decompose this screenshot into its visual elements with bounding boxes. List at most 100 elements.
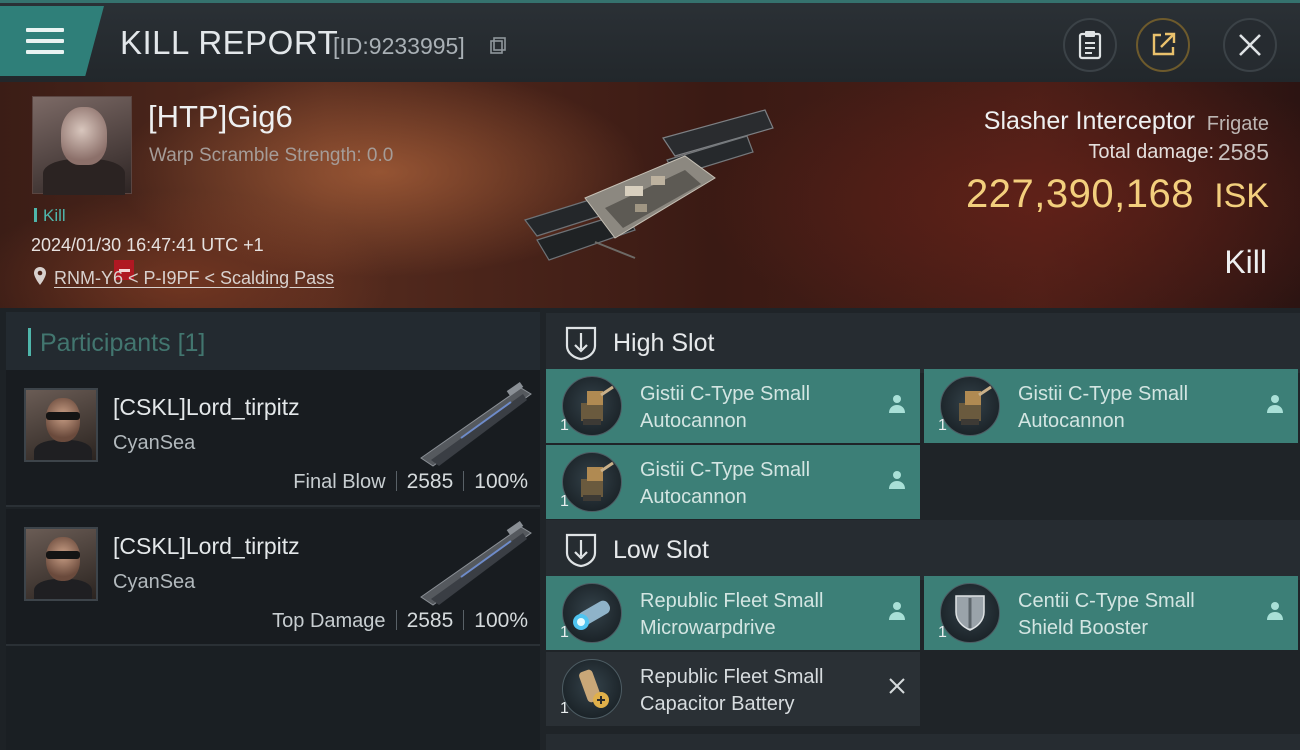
participant-ship-image: [420, 520, 532, 606]
share-button[interactable]: [1136, 18, 1190, 72]
kill-result: Kill: [1224, 244, 1267, 280]
module-slot[interactable]: 1 Centii C-Type Small Shield Booster: [924, 576, 1298, 650]
kill-datetime: 2024/01/30 16:47:41 UTC +1: [31, 235, 264, 255]
header-accent-line: [0, 0, 1300, 3]
clipboard-button[interactable]: [1063, 18, 1117, 72]
victim-name[interactable]: [HTP]Gig6: [148, 99, 293, 135]
module-name-line2: Autocannon: [1018, 410, 1125, 432]
victim-ship-image: [524, 109, 774, 261]
module-name-line1: Gistii C-Type Small: [1018, 383, 1189, 405]
kill-tag: Kill: [34, 206, 66, 226]
fitting-panel: High Slot 1 Gistii C-Type Small Autocanno…: [540, 308, 1300, 750]
module-name-line1: Gistii C-Type Small: [640, 459, 811, 481]
module-quantity: 1: [938, 624, 947, 641]
clipboard-icon: [1078, 31, 1102, 60]
module-name-line1: Republic Fleet Small: [640, 666, 824, 688]
participant-name: [CSKL]Lord_tirpitz: [113, 394, 300, 420]
participant-row[interactable]: [CSKL]Lord_tirpitz CyanSea Final Blow 258…: [6, 370, 540, 507]
ship-name[interactable]: Slasher Interceptor: [984, 107, 1195, 136]
module-slot[interactable]: 1 Gistii C-Type Small Autocannon: [546, 445, 920, 519]
share-icon: [1152, 32, 1176, 56]
module-slot[interactable]: 1 Republic Fleet Small Capacitor Battery: [546, 652, 920, 726]
low-slot-header: Low Slot: [546, 520, 1300, 580]
module-slot[interactable]: 1 Republic Fleet Small Microwarpdrive: [546, 576, 920, 650]
module-quantity: 1: [560, 493, 569, 510]
menu-icon: [26, 26, 64, 56]
participant-damage: 2585: [406, 470, 454, 493]
participant-stats: Final Blow 2585 100%: [293, 470, 528, 494]
low-slot-label: Low Slot: [613, 536, 709, 564]
module-name-line1: Centii C-Type Small: [1018, 590, 1195, 612]
module-name-line2: Microwarpdrive: [640, 617, 776, 639]
participants-title: Participants [1]: [40, 329, 205, 358]
high-slot-label: High Slot: [613, 329, 715, 357]
location-link[interactable]: RNM-Y6 < P-I9PF < Scalding Pass: [54, 268, 334, 289]
autocannon-icon: [562, 452, 622, 512]
module-slot[interactable]: 1 Gistii C-Type Small Autocannon: [546, 369, 920, 443]
participant-corp: CyanSea: [113, 571, 196, 593]
participant-role: Top Damage: [272, 610, 386, 632]
page-title: KILL REPORT: [120, 24, 339, 61]
person-icon: [1267, 602, 1283, 620]
total-damage-value: 2585: [1217, 139, 1269, 165]
module-name: Republic Fleet Small Capacitor Battery: [640, 664, 823, 718]
person-icon: [889, 471, 905, 489]
low-slot-icon: [565, 533, 597, 568]
participant-role: Final Blow: [293, 471, 386, 493]
module-quantity: 1: [560, 624, 569, 641]
module-name: Republic Fleet Small Microwarpdrive: [640, 588, 823, 642]
shield-booster-icon: [940, 583, 1000, 643]
participants-panel: Participants [1] [CSKL]Lord_tirpitz Cyan…: [0, 308, 540, 750]
module-name: Centii C-Type Small Shield Booster: [1018, 588, 1195, 642]
person-icon: [1267, 395, 1283, 413]
module-name-line2: Shield Booster: [1018, 617, 1149, 639]
location-pin-icon: [34, 267, 46, 285]
module-quantity: 1: [560, 417, 569, 434]
copy-icon[interactable]: [489, 37, 507, 55]
destroyed-x-icon: [889, 678, 905, 694]
participants-header: Participants [1]: [6, 312, 540, 370]
participant-name: [CSKL]Lord_tirpitz: [113, 533, 300, 559]
autocannon-icon: [562, 376, 622, 436]
participant-avatar[interactable]: [24, 527, 98, 601]
menu-button[interactable]: [0, 6, 104, 76]
ship-class: Frigate: [1206, 113, 1269, 135]
participant-corp: CyanSea: [113, 432, 196, 454]
isk-unit: ISK: [1214, 177, 1269, 215]
participant-ship-image: [420, 381, 532, 467]
warp-scramble-strength: Warp Scramble Strength: 0.0: [149, 145, 394, 166]
participant-avatar[interactable]: [24, 388, 98, 462]
top-bar: KILL REPORT [ID:9233995]: [0, 0, 1300, 82]
participant-row[interactable]: [CSKL]Lord_tirpitz CyanSea Top Damage 258…: [6, 509, 540, 646]
module-name-line2: Capacitor Battery: [640, 693, 795, 715]
module-name: Gistii C-Type Small Autocannon: [1018, 381, 1188, 435]
isk-value: 227,390,168: [966, 172, 1194, 216]
person-icon: [889, 395, 905, 413]
module-quantity: 1: [938, 417, 947, 434]
close-button[interactable]: [1223, 18, 1277, 72]
module-name-line1: Gistii C-Type Small: [640, 383, 811, 405]
participant-percent: 100%: [474, 609, 528, 632]
high-slot-icon: [565, 326, 597, 361]
participant-percent: 100%: [474, 470, 528, 493]
participant-stats: Top Damage 2585 100%: [272, 609, 528, 633]
module-name: Gistii C-Type Small Autocannon: [640, 381, 810, 435]
module-name: Gistii C-Type Small Autocannon: [640, 457, 810, 511]
module-name-line2: Autocannon: [640, 486, 747, 508]
module-name-line2: Autocannon: [640, 410, 747, 432]
next-slot-header: [546, 734, 1300, 750]
participant-damage: 2585: [406, 609, 454, 632]
person-icon: [889, 602, 905, 620]
participants-label: Participants: [40, 329, 171, 357]
microwarpdrive-icon: [562, 583, 622, 643]
close-icon: [1239, 34, 1261, 56]
participants-count: [1]: [177, 329, 206, 357]
module-slot[interactable]: 1 Gistii C-Type Small Autocannon: [924, 369, 1298, 443]
victim-banner: [HTP]Gig6 Warp Scramble Strength: 0.0 Ki…: [0, 82, 1300, 308]
total-damage-label: Total damage:: [1088, 141, 1214, 163]
module-quantity: 1: [560, 700, 569, 717]
autocannon-icon: [940, 376, 1000, 436]
capacitor-battery-icon: [562, 659, 622, 719]
victim-avatar[interactable]: [32, 96, 132, 195]
module-name-line1: Republic Fleet Small: [640, 590, 824, 612]
